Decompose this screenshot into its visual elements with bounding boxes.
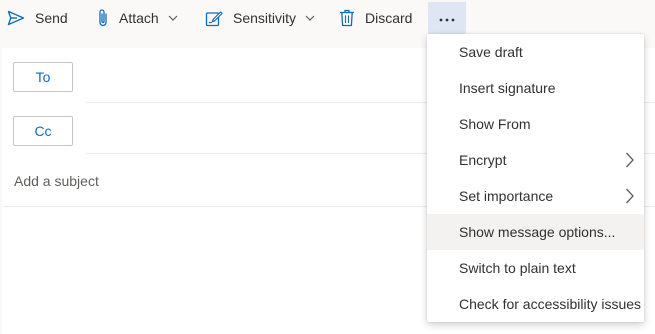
sensitivity-button[interactable]: Sensitivity xyxy=(205,0,315,36)
send-icon xyxy=(7,10,25,26)
to-button[interactable]: To xyxy=(13,62,73,92)
menu-item-switch-to-plain-text[interactable]: Switch to plain text xyxy=(427,250,644,286)
menu-item-insert-signature[interactable]: Insert signature xyxy=(427,70,644,106)
discard-button[interactable]: Discard xyxy=(339,0,412,36)
menu-item-label: Set importance xyxy=(459,188,554,204)
trash-icon xyxy=(339,9,355,27)
chevron-down-icon[interactable] xyxy=(168,15,178,21)
menu-item-label: Switch to plain text xyxy=(459,260,576,276)
more-options-button[interactable] xyxy=(428,2,466,34)
compose-toolbar: Send Attach Sensitivity Discard xyxy=(0,0,655,36)
menu-item-show-from[interactable]: Show From xyxy=(427,106,644,142)
menu-item-label: Check for accessibility issues xyxy=(459,296,642,312)
chevron-down-icon[interactable] xyxy=(305,15,315,21)
menu-item-label: Insert signature xyxy=(459,80,556,96)
chevron-right-icon xyxy=(625,152,634,171)
menu-item-check-accessibility[interactable]: Check for accessibility issues xyxy=(427,286,644,322)
chevron-right-icon xyxy=(625,188,634,207)
more-options-menu: Save draft Insert signature Show From En… xyxy=(427,34,644,322)
menu-item-label: Show From xyxy=(459,116,531,132)
menu-item-label: Save draft xyxy=(459,44,523,60)
menu-item-label: Encrypt xyxy=(459,152,507,168)
paperclip-icon xyxy=(97,8,109,28)
attach-button[interactable]: Attach xyxy=(97,0,178,36)
menu-item-show-message-options[interactable]: Show message options... xyxy=(427,214,644,250)
send-label: Send xyxy=(35,10,68,26)
menu-item-label: Show message options... xyxy=(459,224,616,240)
send-button[interactable]: Send xyxy=(7,0,68,36)
attach-label: Attach xyxy=(119,10,159,26)
more-horizontal-icon xyxy=(439,9,455,27)
menu-item-save-draft[interactable]: Save draft xyxy=(427,34,644,70)
sensitivity-icon xyxy=(205,9,223,27)
subject-input[interactable]: Add a subject xyxy=(14,173,99,189)
menu-item-set-importance[interactable]: Set importance xyxy=(427,178,644,214)
discard-label: Discard xyxy=(365,10,413,26)
menu-item-encrypt[interactable]: Encrypt xyxy=(427,142,644,178)
sensitivity-label: Sensitivity xyxy=(233,10,297,26)
cc-button[interactable]: Cc xyxy=(13,116,73,146)
